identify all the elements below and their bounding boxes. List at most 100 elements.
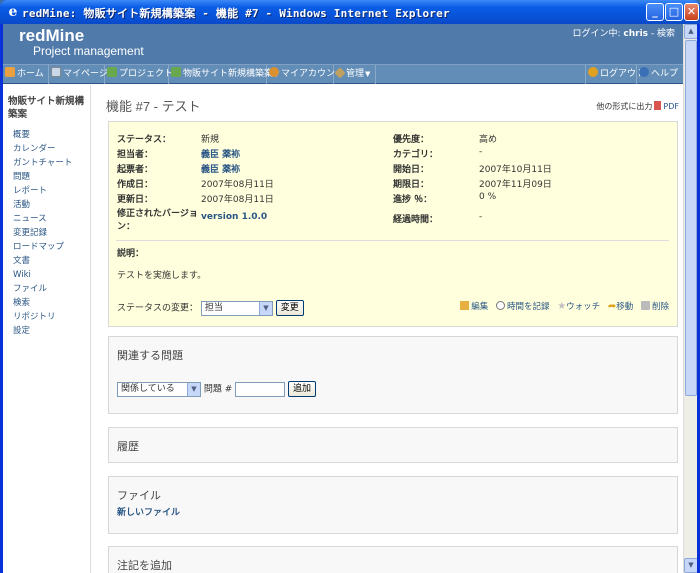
log-time-label: 時間を記録 — [506, 302, 550, 312]
help-icon — [639, 67, 649, 77]
sidebar-item-roadmap[interactable]: ロードマップ — [13, 240, 72, 254]
menu-projects[interactable]: プロジェクト▼ — [105, 65, 179, 84]
sidebar-item-settings[interactable]: 設定 — [13, 324, 72, 338]
status-select-value: 担当 — [204, 302, 223, 313]
start-date-label: 開始日： — [393, 165, 430, 175]
related-issues-box: 関連する問題 関係している ▼ 問題 # 追加 — [108, 336, 678, 414]
browser-content: redMine Project management ログイン中: chris … — [3, 24, 697, 573]
add-note-heading: 注記を追加 — [117, 560, 172, 572]
project-icon — [107, 67, 117, 77]
updated-value: 2007年08月11日 — [201, 195, 274, 205]
menu-current-project-label: 物販サイト新規構築案 — [183, 69, 274, 79]
issue-details: ステータス： 新規 担当者： 義臣 薬袮 起票者： 義臣 薬袮 作成日： 200… — [108, 121, 678, 327]
divider — [116, 240, 669, 241]
updated-label: 更新日： — [117, 195, 154, 205]
sidebar-item-overview[interactable]: 概要 — [13, 128, 72, 142]
title-bar: e redMine: 物販サイト新規構築案 - 機能 #7 - Windows … — [0, 0, 700, 24]
sidebar-item-repository[interactable]: リポジトリ — [13, 310, 72, 324]
files-heading: ファイル — [117, 490, 161, 502]
priority-value: 高め — [479, 135, 498, 145]
history-box: 履歴 — [108, 427, 678, 463]
author-link[interactable]: 義臣 薬袮 — [201, 162, 240, 175]
sidebar-item-wiki[interactable]: Wiki — [13, 268, 72, 282]
menu-my-account[interactable]: マイアカウント — [267, 65, 344, 84]
scrollbar-thumb[interactable] — [685, 40, 697, 396]
main-content: 機能 #7 - テスト 他の形式に出力 PDF ステータス： 新規 担当者： 義臣… — [92, 85, 683, 573]
issue-id-input[interactable] — [235, 381, 286, 397]
pdf-icon — [654, 101, 662, 110]
assignee-link[interactable]: 義臣 薬袮 — [201, 147, 240, 160]
edit-label: 編集 — [471, 302, 489, 312]
scroll-up-icon[interactable]: ▲ — [684, 24, 697, 39]
delete-action[interactable]: 削除 — [640, 301, 669, 312]
browser-window: e redMine: 物販サイト新規構築案 - 機能 #7 - Windows … — [0, 0, 700, 573]
project-nav: 概要 カレンダー ガントチャート 問題 レポート 活動 ニュース 変更記録 ロー… — [13, 128, 72, 338]
site-subtitle: Project management — [33, 44, 144, 58]
done-ratio-value: 0 % — [479, 192, 497, 202]
issue-actions: 編集 時間を記録 ★ウォッチ ➦移動 削除 — [455, 300, 669, 312]
close-button[interactable]: ✕ — [684, 3, 699, 21]
relation-type-select[interactable]: 関係している ▼ — [117, 381, 201, 397]
menu-projects-label: プロジェクト — [119, 69, 174, 79]
add-relation-button[interactable]: 追加 — [288, 381, 317, 397]
due-date-label: 期限日： — [393, 180, 430, 190]
mypage-icon — [51, 67, 61, 77]
spent-time-label: 経過時間： — [393, 215, 439, 225]
menu-current-project[interactable]: 物販サイト新規構築案▼ — [169, 65, 279, 84]
menu-home[interactable]: ホーム — [3, 65, 49, 84]
sidebar-item-reports[interactable]: レポート — [13, 184, 72, 198]
sidebar-project-name: 物販サイト新規構築案 — [8, 96, 85, 120]
issue-id-label: 問題 # — [203, 384, 233, 395]
sidebar-item-documents[interactable]: 文書 — [13, 254, 72, 268]
chevron-down-icon: ▼ — [365, 70, 371, 78]
home-icon — [5, 67, 15, 77]
menu-mypage[interactable]: マイページ — [49, 65, 108, 84]
pencil-icon — [460, 301, 470, 310]
sidebar-item-news[interactable]: ニュース — [13, 212, 72, 226]
sidebar-item-calendar[interactable]: カレンダー — [13, 142, 72, 156]
search-link[interactable]: - 検索 — [651, 29, 675, 39]
priority-label: 優先度： — [393, 135, 430, 145]
log-time-action[interactable]: 時間を記録 — [495, 301, 550, 312]
sidebar-item-search[interactable]: 検索 — [13, 296, 72, 310]
move-label: 移動 — [616, 302, 634, 312]
maximize-button[interactable]: □ — [665, 3, 683, 21]
wrench-icon — [334, 67, 346, 79]
arrow-icon: ➦ — [607, 301, 617, 312]
sidebar-item-activity[interactable]: 活動 — [13, 198, 72, 212]
description-label: 説明： — [117, 249, 145, 259]
watch-label: ウォッチ — [566, 302, 601, 312]
chevron-down-icon: ▼ — [187, 382, 200, 396]
status-change-form: ステータスの変更： 担当 ▼ 変更 — [117, 300, 304, 316]
fixed-version-link[interactable]: version 1.0.0 — [201, 212, 267, 222]
new-file-link[interactable]: 新しいファイル — [117, 505, 180, 518]
star-icon: ★ — [557, 301, 567, 312]
assignee-label: 担当者： — [117, 150, 154, 160]
menu-help[interactable]: ヘルプ — [637, 65, 683, 84]
change-status-button[interactable]: 変更 — [275, 300, 304, 316]
status-select[interactable]: 担当 ▼ — [200, 300, 273, 316]
description-text: テストを実施します。 — [117, 271, 207, 281]
sidebar-item-gantt[interactable]: ガントチャート — [13, 156, 72, 170]
sidebar-item-files[interactable]: ファイル — [13, 282, 72, 296]
relation-type-value: 関係している — [121, 383, 175, 394]
move-action[interactable]: ➦移動 — [607, 301, 634, 312]
vertical-scrollbar[interactable]: ▲ ▼ — [683, 24, 697, 573]
status-value: 新規 — [201, 135, 220, 145]
due-date-value: 2007年11月09日 — [479, 180, 552, 190]
add-note-box: 注記を追加 — [108, 546, 678, 573]
menu-admin[interactable]: 管理▼ — [334, 65, 376, 84]
logged-in-user[interactable]: chris — [623, 29, 648, 39]
fixed-version-label: 修正されたバージョン： — [117, 209, 198, 232]
watch-action[interactable]: ★ウォッチ — [557, 301, 601, 312]
menu-logout[interactable]: ログアウト — [585, 65, 645, 84]
files-box: ファイル 新しいファイル — [108, 476, 678, 534]
export-formats: 他の形式に出力 PDF — [596, 101, 679, 112]
created-value: 2007年08月11日 — [201, 180, 274, 190]
edit-action[interactable]: 編集 — [460, 301, 489, 312]
pdf-link[interactable]: PDF — [663, 102, 679, 111]
sidebar-item-issues[interactable]: 問題 — [13, 170, 72, 184]
scroll-down-icon[interactable]: ▼ — [684, 558, 697, 573]
minimize-button[interactable]: _ — [646, 3, 664, 21]
sidebar-item-changelog[interactable]: 変更記録 — [13, 226, 72, 240]
